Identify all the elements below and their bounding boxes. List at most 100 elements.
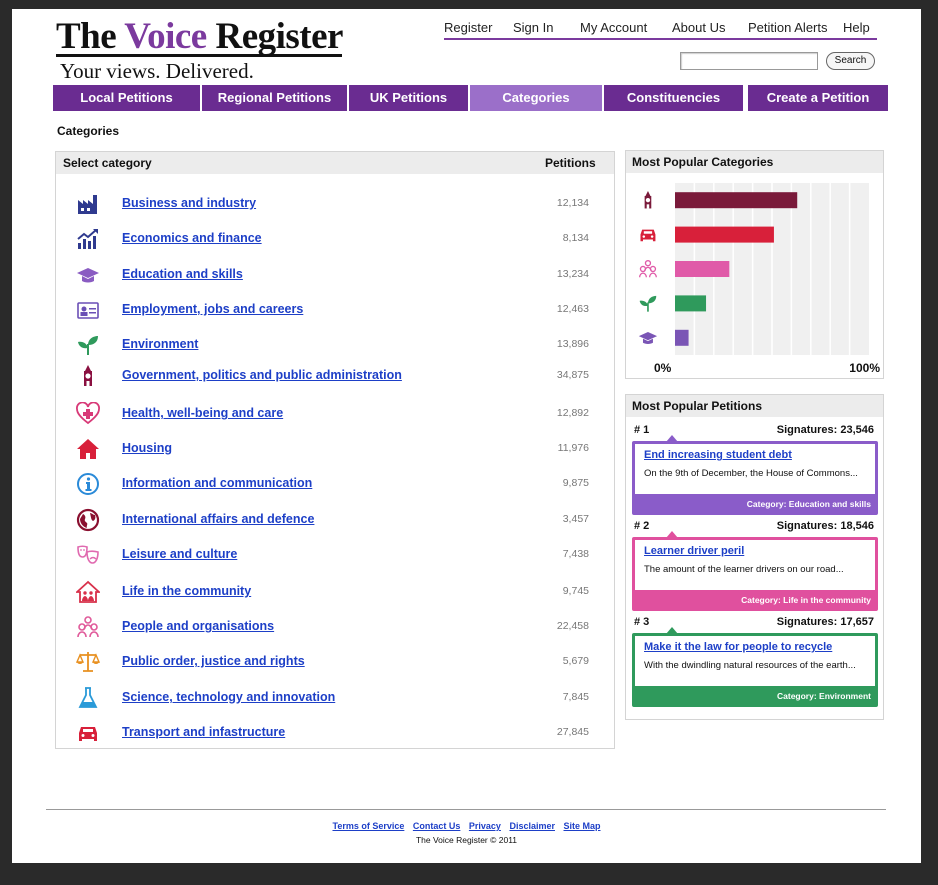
- terms-link[interactable]: Terms of Service: [332, 821, 404, 831]
- info-icon: [76, 472, 102, 496]
- petition-signatures: Signatures: 18,546: [776, 520, 874, 532]
- logo-tagline: Your views. Delivered.: [60, 59, 254, 83]
- category-link[interactable]: People and organisations: [122, 619, 274, 633]
- category-petition-count: 5,679: [562, 655, 589, 667]
- select-category-heading: Select category: [63, 156, 152, 170]
- search-button[interactable]: Search: [826, 52, 875, 70]
- petition-title-link[interactable]: Learner driver peril: [644, 545, 744, 557]
- petition-box: Learner driver peril The amount of the le…: [632, 537, 878, 611]
- contact-link[interactable]: Contact Us: [413, 821, 461, 831]
- tab-create-petition[interactable]: Create a Petition: [748, 85, 888, 111]
- category-petition-count: 13,896: [556, 338, 589, 350]
- category-link[interactable]: Business and industry: [122, 196, 256, 210]
- category-petition-count: 7,845: [562, 691, 589, 703]
- logo-title: The Voice Register: [56, 16, 343, 57]
- sign-in-link[interactable]: Sign In: [513, 20, 553, 35]
- category-petition-count: 3,457: [562, 513, 589, 525]
- category-row[interactable]: Health, well-being and care 12,892: [56, 399, 614, 429]
- register-link[interactable]: Register: [444, 20, 492, 35]
- petition-title-link[interactable]: End increasing student debt: [644, 449, 792, 461]
- people-icon: [638, 259, 657, 278]
- category-row[interactable]: Information and communication 9,875: [56, 469, 614, 499]
- category-link[interactable]: Housing: [122, 441, 172, 455]
- petitions-column-heading: Petitions: [545, 156, 596, 170]
- category-link[interactable]: Public order, justice and rights: [122, 654, 305, 668]
- category-petition-count: 34,875: [556, 369, 589, 381]
- search-input[interactable]: [680, 52, 818, 70]
- petition-rank: # 2: [634, 520, 650, 532]
- help-link[interactable]: Help: [843, 20, 870, 35]
- category-row[interactable]: Life in the community 9,745: [56, 577, 614, 607]
- category-link[interactable]: Information and communication: [122, 476, 312, 490]
- category-row[interactable]: Transport and infastructure 27,845: [56, 718, 614, 748]
- category-link[interactable]: Science, technology and innovation: [122, 690, 335, 704]
- community-house-icon: [74, 580, 102, 604]
- my-account-link[interactable]: My Account: [580, 20, 647, 35]
- chart-tick-label: 100%: [849, 361, 880, 375]
- petition-alerts-link[interactable]: Petition Alerts: [748, 20, 828, 35]
- category-link[interactable]: Transport and infastructure: [122, 725, 285, 739]
- house-icon: [76, 437, 102, 461]
- site-logo[interactable]: The Voice Register Your views. Delivered…: [56, 17, 356, 83]
- petition-signatures: Signatures: 17,657: [776, 616, 874, 628]
- petition-title-link[interactable]: Make it the law for people to recycle: [644, 641, 832, 653]
- category-link[interactable]: Environment: [122, 337, 198, 351]
- growth-chart-icon: [76, 227, 102, 251]
- factory-icon: [76, 192, 102, 216]
- petition-rank: # 3: [634, 616, 650, 628]
- category-row[interactable]: Economics and finance 8,134: [56, 224, 614, 254]
- category-row[interactable]: Education and skills 13,234: [56, 260, 614, 290]
- category-link[interactable]: Health, well-being and care: [122, 406, 283, 420]
- category-row[interactable]: Leisure and culture 7,438: [56, 540, 614, 570]
- category-link[interactable]: Economics and finance: [122, 231, 262, 245]
- plant-icon: [76, 333, 102, 357]
- privacy-link[interactable]: Privacy: [469, 821, 501, 831]
- disclaimer-link[interactable]: Disclaimer: [509, 821, 555, 831]
- category-row[interactable]: Business and industry 12,134: [56, 189, 614, 219]
- car-icon: [640, 229, 656, 242]
- popular-categories-panel: Most Popular Categories 0% 100%: [625, 150, 884, 379]
- petition-rank: # 1: [634, 424, 650, 436]
- tab-local-petitions[interactable]: Local Petitions: [53, 85, 200, 111]
- category-row[interactable]: People and organisations 22,458: [56, 612, 614, 642]
- category-link[interactable]: International affairs and defence: [122, 512, 314, 526]
- category-link[interactable]: Government, politics and public administ…: [122, 368, 402, 382]
- tab-uk-petitions[interactable]: UK Petitions: [349, 85, 468, 111]
- theatre-masks-icon: [76, 543, 102, 567]
- category-row[interactable]: International affairs and defence 3,457: [56, 505, 614, 535]
- category-link[interactable]: Life in the community: [122, 584, 251, 598]
- category-row[interactable]: Public order, justice and rights 5,679: [56, 647, 614, 677]
- category-row[interactable]: Government, politics and public administ…: [56, 361, 614, 391]
- popular-categories-header: Most Popular Categories: [626, 151, 883, 173]
- petition-category: Category: Education and skills: [746, 499, 871, 509]
- petition-box: End increasing student debt On the 9th of…: [632, 441, 878, 515]
- site-map-link[interactable]: Site Map: [564, 821, 601, 831]
- tab-regional-petitions[interactable]: Regional Petitions: [202, 85, 347, 111]
- graduation-cap-icon: [76, 263, 102, 287]
- globe-icon: [76, 508, 102, 532]
- category-row[interactable]: Environment 13,896: [56, 330, 614, 360]
- category-row[interactable]: Housing 11,976: [56, 434, 614, 464]
- tab-constituencies[interactable]: Constituencies: [604, 85, 743, 111]
- footer-divider: [46, 809, 886, 810]
- category-row[interactable]: Science, technology and innovation 7,845: [56, 683, 614, 713]
- category-link[interactable]: Leisure and culture: [122, 547, 237, 561]
- chart-bar: [675, 295, 707, 312]
- copyright: The Voice Register © 2011: [415, 835, 518, 845]
- chart-bar: [675, 226, 774, 243]
- big-ben-icon: [644, 191, 652, 209]
- car-icon: [76, 721, 102, 745]
- category-link[interactable]: Employment, jobs and careers: [122, 302, 303, 316]
- category-row[interactable]: Employment, jobs and careers 12,463: [56, 295, 614, 325]
- about-us-link[interactable]: About Us: [672, 20, 725, 35]
- category-link[interactable]: Education and skills: [122, 267, 243, 281]
- chart-bar: [675, 261, 730, 277]
- id-card-icon: [76, 298, 102, 322]
- logo-underline: [56, 54, 342, 57]
- big-ben-icon: [76, 364, 102, 388]
- category-petition-count: 12,134: [556, 197, 589, 209]
- chart-tick-label: 0%: [654, 361, 672, 375]
- tab-categories[interactable]: Categories: [470, 85, 602, 111]
- top-links: Register Sign In My Account About Us Pet…: [444, 20, 877, 40]
- people-icon: [76, 615, 102, 639]
